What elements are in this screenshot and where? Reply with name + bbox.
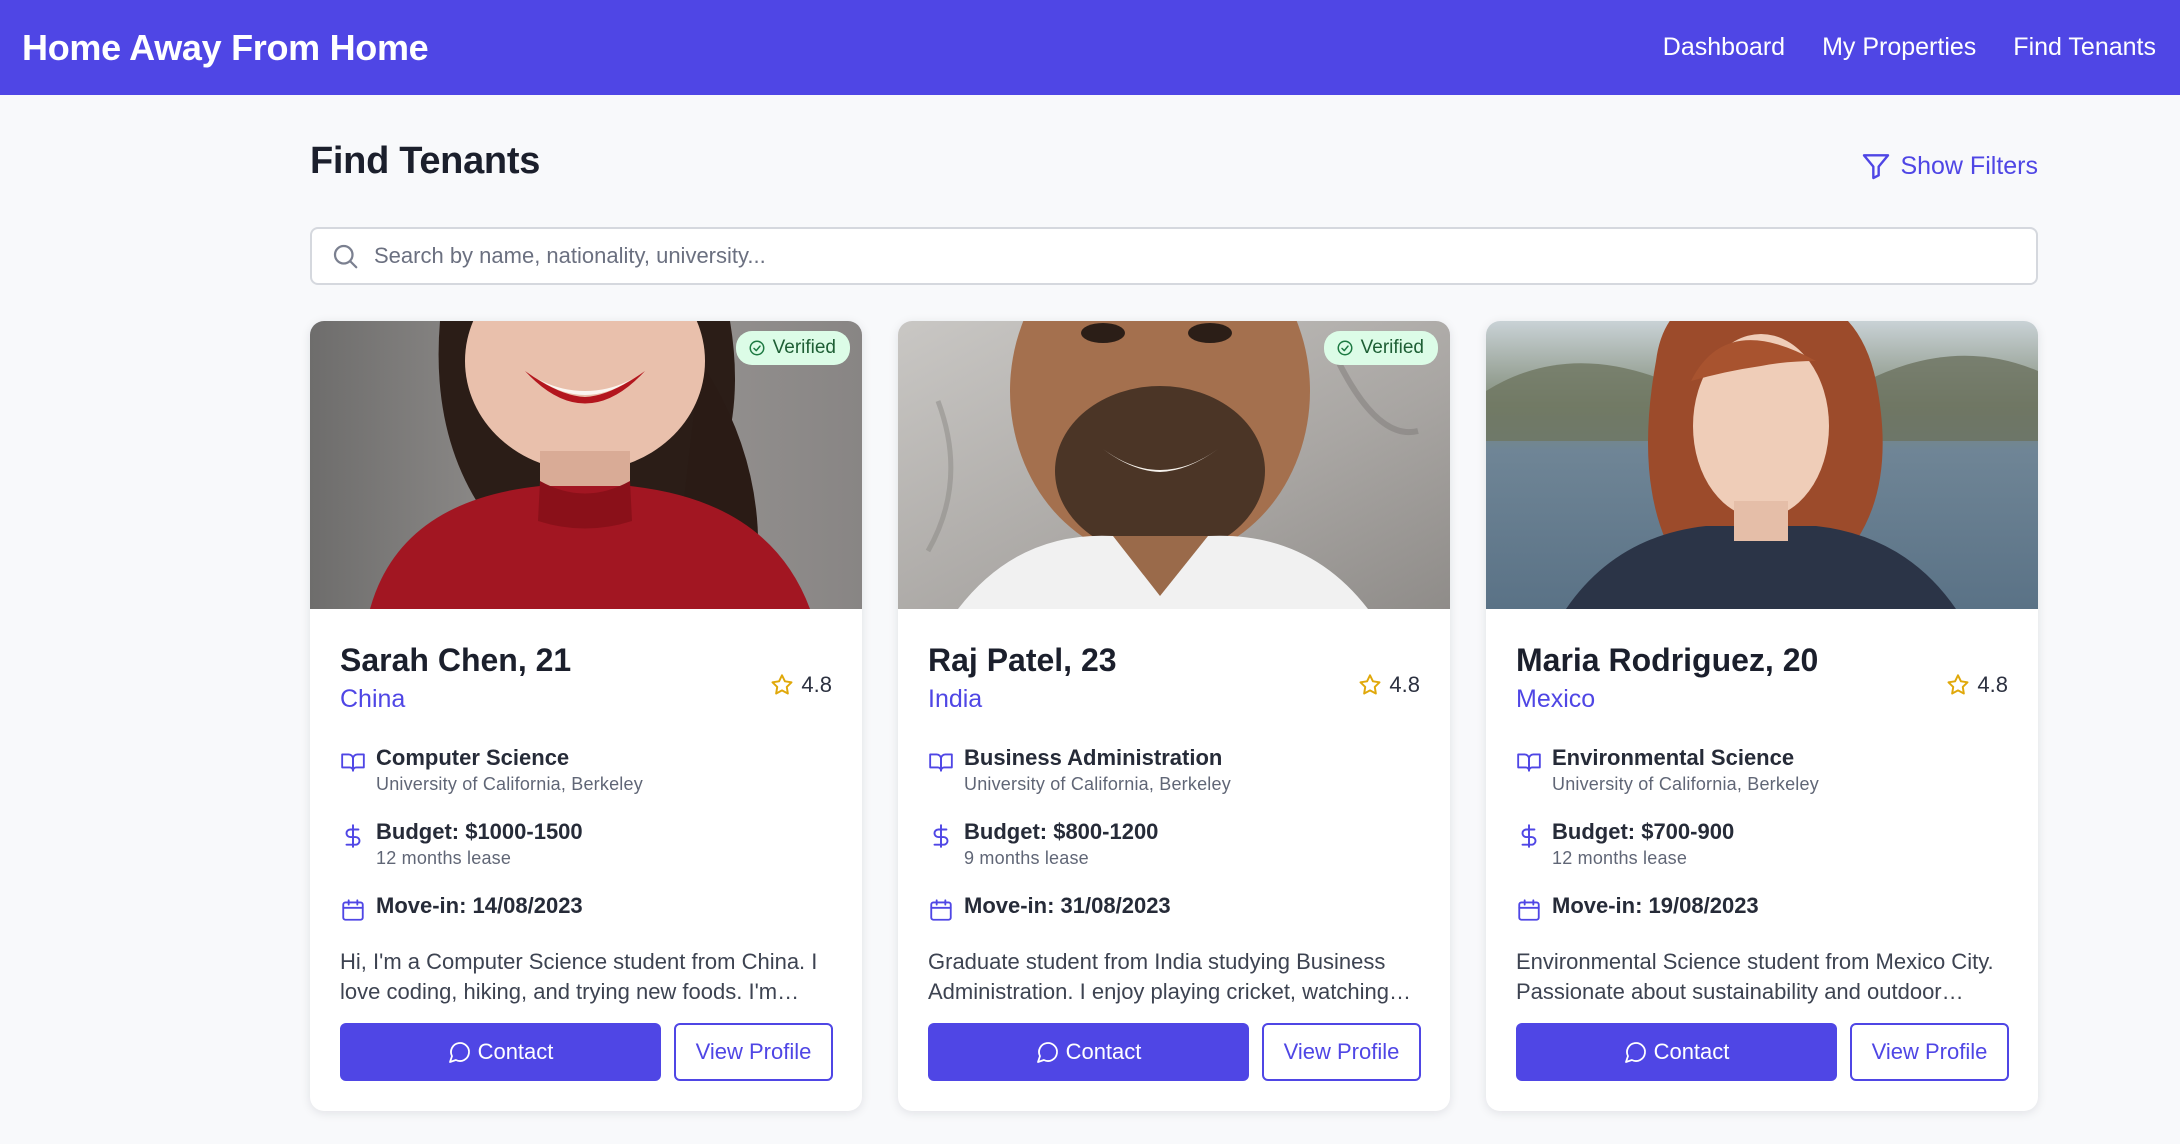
tenant-budget: Budget: $800-1200 <box>964 819 1159 844</box>
top-navbar: Home Away From Home Dashboard My Propert… <box>0 0 2180 95</box>
verified-label: Verified <box>1360 337 1424 358</box>
view-profile-button[interactable]: View Profile <box>1262 1023 1421 1081</box>
message-icon <box>1036 1042 1058 1063</box>
tenant-lease: 12 months lease <box>376 848 512 868</box>
show-filters-label: Show Filters <box>1900 151 2038 180</box>
move-in-info: Move-in: 14/08/2023 <box>340 892 832 923</box>
tenant-card-list: Verified 4.8 Sarah Chen, 21 China Comput… <box>310 321 2038 1111</box>
tenant-card[interactable]: Verified 4.8 Raj Patel, 23 India Busines… <box>898 321 1450 1111</box>
tenant-photo: Verified <box>898 321 1450 609</box>
budget-info: Budget: $1000-1500 12 months lease <box>340 818 832 870</box>
tenant-university: University of California, Berkeley <box>376 774 643 794</box>
search-bar <box>310 227 2038 285</box>
nav-my-properties[interactable]: My Properties <box>1822 33 1976 62</box>
study-info: Environmental Science University of Cali… <box>1516 744 2008 796</box>
dollar-icon <box>345 824 361 848</box>
tenant-move-in: Move-in: 31/08/2023 <box>964 893 1171 918</box>
message-icon <box>448 1042 470 1063</box>
tenant-bio: Hi, I'm a Computer Science student from … <box>340 949 818 1004</box>
check-circle-icon <box>1337 340 1353 356</box>
verified-badge: Verified <box>1323 331 1438 365</box>
tenant-card[interactable]: Verified 4.8 Sarah Chen, 21 China Comput… <box>310 321 862 1111</box>
tenant-nationality: Mexico <box>1516 685 1596 713</box>
tenant-university: University of California, Berkeley <box>964 774 1231 794</box>
star-icon <box>1359 674 1381 695</box>
nav-dashboard[interactable]: Dashboard <box>1663 33 1785 62</box>
book-icon <box>341 753 365 772</box>
message-icon <box>1624 1042 1646 1063</box>
tenant-lease: 9 months lease <box>964 848 1089 868</box>
tenant-bio: Graduate student from India studying Bus… <box>928 949 1389 1004</box>
tenant-nationality: China <box>340 685 406 713</box>
page-title: Find Tenants <box>310 140 541 182</box>
tenant-lease: 12 months lease <box>1552 848 1688 868</box>
star-icon <box>1947 674 1969 695</box>
contact-label: Contact <box>477 1039 554 1064</box>
rating-value: 4.8 <box>801 672 832 697</box>
contact-button[interactable]: Contact <box>1516 1023 1837 1081</box>
tenant-rating: 4.8 <box>1357 672 1420 698</box>
dollar-icon <box>1521 824 1537 848</box>
tenant-bio: Environmental Science student from Mexic… <box>1516 949 1994 1004</box>
view-profile-button[interactable]: View Profile <box>1850 1023 2009 1081</box>
check-circle-icon <box>749 340 765 356</box>
filter-icon <box>1863 154 1890 180</box>
tenant-major: Environmental Science <box>1552 745 1795 770</box>
card-body: 4.8 Maria Rodriguez, 20 Mexico Environme… <box>1486 642 2038 1007</box>
study-info: Business Administration University of Ca… <box>928 744 1420 796</box>
tenant-move-in: Move-in: 19/08/2023 <box>1552 893 1759 918</box>
tenant-budget: Budget: $700-900 <box>1552 819 1735 844</box>
rating-value: 4.8 <box>1977 672 2008 697</box>
book-icon <box>929 753 953 772</box>
tenant-name: Raj Patel, 23 <box>928 642 1117 678</box>
dollar-icon <box>933 824 949 848</box>
tenant-rating: 4.8 <box>1945 672 2008 698</box>
view-profile-button[interactable]: View Profile <box>674 1023 833 1081</box>
nav-find-tenants[interactable]: Find Tenants <box>2013 33 2156 62</box>
search-icon <box>333 244 358 269</box>
card-actions: Contact View Profile <box>928 1023 1421 1081</box>
tenant-nationality: India <box>928 685 983 713</box>
study-info: Computer Science University of Californi… <box>340 744 832 796</box>
brand-logo[interactable]: Home Away From Home <box>22 27 429 69</box>
verified-badge: Verified <box>735 331 850 365</box>
contact-button[interactable]: Contact <box>340 1023 661 1081</box>
star-icon <box>771 674 793 695</box>
card-actions: Contact View Profile <box>1516 1023 2009 1081</box>
tenant-photo <box>1486 321 2038 609</box>
search-input[interactable] <box>374 243 1994 269</box>
show-filters-button[interactable]: Show Filters <box>1860 150 2038 182</box>
tenant-name: Maria Rodriguez, 20 <box>1516 642 1819 678</box>
tenant-name: Sarah Chen, 21 <box>340 642 572 678</box>
budget-info: Budget: $800-1200 9 months lease <box>928 818 1420 870</box>
contact-button[interactable]: Contact <box>928 1023 1249 1081</box>
calendar-icon <box>1518 899 1540 921</box>
budget-info: Budget: $700-900 12 months lease <box>1516 818 2008 870</box>
card-body: 4.8 Raj Patel, 23 India Business Adminis… <box>898 642 1450 1007</box>
tenant-major: Computer Science <box>376 745 570 770</box>
verified-label: Verified <box>772 337 836 358</box>
contact-label: Contact <box>1065 1039 1142 1064</box>
card-body: 4.8 Sarah Chen, 21 China Computer Scienc… <box>310 642 862 1007</box>
tenant-rating: 4.8 <box>769 672 832 698</box>
tenant-photo: Verified <box>310 321 862 609</box>
tenant-card[interactable]: 4.8 Maria Rodriguez, 20 Mexico Environme… <box>1486 321 2038 1111</box>
main-nav: Dashboard My Properties Find Tenants <box>1663 33 2156 62</box>
book-icon <box>1517 753 1541 772</box>
calendar-icon <box>930 899 952 921</box>
calendar-icon <box>342 899 364 921</box>
tenant-move-in: Move-in: 14/08/2023 <box>376 893 583 918</box>
card-actions: Contact View Profile <box>340 1023 833 1081</box>
tenant-university: University of California, Berkeley <box>1552 774 1819 794</box>
move-in-info: Move-in: 19/08/2023 <box>1516 892 2008 923</box>
tenant-major: Business Administration <box>964 745 1223 770</box>
contact-label: Contact <box>1653 1039 1730 1064</box>
move-in-info: Move-in: 31/08/2023 <box>928 892 1420 923</box>
rating-value: 4.8 <box>1389 672 1420 697</box>
tenant-budget: Budget: $1000-1500 <box>376 819 583 844</box>
